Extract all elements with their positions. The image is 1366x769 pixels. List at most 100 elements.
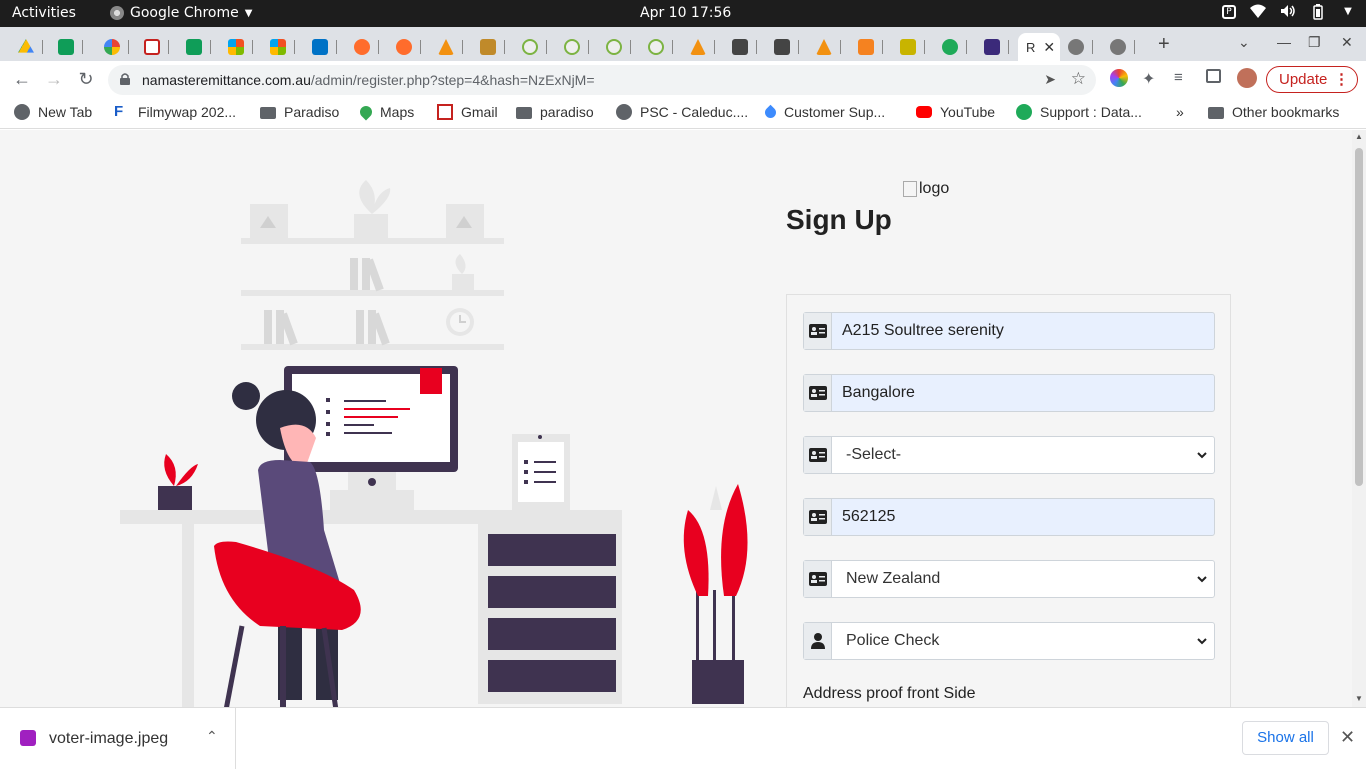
activities-button[interactable]: Activities <box>12 5 76 21</box>
bt-icon <box>732 39 748 55</box>
tab-microsoft-2[interactable] <box>262 33 302 61</box>
battery-icon[interactable] <box>1310 4 1326 20</box>
address-bar[interactable]: namasteremittance.com.au/admin/register.… <box>108 65 1096 95</box>
tab-purple[interactable] <box>976 33 1016 61</box>
address-field[interactable]: A215 Soultree serenity <box>803 312 1215 350</box>
bookmark-maps[interactable]: Maps <box>357 103 414 121</box>
tab-yo[interactable] <box>892 33 932 61</box>
user-icon <box>804 623 832 659</box>
tab-circle-1[interactable] <box>514 33 554 61</box>
bookmark-paradiso-folder-2[interactable]: paradiso <box>516 104 594 120</box>
plus-icon <box>58 39 74 55</box>
tab-globe-2[interactable] <box>1102 33 1142 61</box>
city-field[interactable]: Bangalore <box>803 374 1215 412</box>
reload-icon[interactable]: ↻ <box>74 69 98 90</box>
state-select[interactable]: -Select- <box>803 436 1215 474</box>
postcode-value: 562125 <box>842 508 896 525</box>
tab-search-icon[interactable]: ⌄ <box>1238 34 1250 51</box>
tab-circle-4[interactable] <box>640 33 680 61</box>
green-circle-icon <box>942 39 958 55</box>
download-item[interactable]: voter-image.jpeg ⌃ <box>0 708 236 769</box>
bookmark-star-icon[interactable]: ☆ <box>1071 69 1086 89</box>
close-tab-icon[interactable]: ✕ <box>1043 39 1055 56</box>
show-all-button[interactable]: Show all <box>1242 721 1329 755</box>
bookmark-gmail[interactable]: Gmail <box>437 104 498 120</box>
country-value: New Zealand <box>846 570 941 587</box>
document-type-value: Police Check <box>846 632 940 649</box>
tab-photos[interactable] <box>96 33 136 61</box>
tab-circle-3[interactable] <box>598 33 638 61</box>
tab-sheets[interactable] <box>50 33 90 61</box>
document-type-select[interactable]: Police Check <box>803 622 1215 660</box>
other-bookmarks[interactable]: Other bookmarks <box>1208 104 1339 120</box>
bookmark-customer-support[interactable]: Customer Sup... <box>762 104 885 120</box>
bookmarks-overflow-button[interactable]: » <box>1176 104 1184 120</box>
send-icon[interactable]: ➤ <box>1044 71 1056 88</box>
tab-pma[interactable] <box>430 33 470 61</box>
tab-microsoft[interactable] <box>220 33 260 61</box>
tab-bt[interactable] <box>724 33 764 61</box>
chevron-down-icon <box>1197 638 1207 645</box>
chevron-up-icon[interactable]: ⌃ <box>206 728 218 745</box>
extensions-puzzle-icon[interactable]: ✦ <box>1142 69 1160 88</box>
tab-gmail[interactable] <box>136 33 176 61</box>
bookmark-support-data[interactable]: Support : Data... <box>1016 104 1142 120</box>
close-downloads-icon[interactable]: ✕ <box>1340 727 1355 748</box>
postcode-field[interactable]: 562125 <box>803 498 1215 536</box>
side-panel-icon[interactable] <box>1206 69 1221 83</box>
bookmark-paradiso-folder[interactable]: Paradiso <box>260 104 339 120</box>
tab-circle-2[interactable] <box>556 33 596 61</box>
tab-pma-2[interactable] <box>682 33 722 61</box>
tab-cpanel-2[interactable] <box>388 33 428 61</box>
country-select[interactable]: New Zealand <box>803 560 1215 598</box>
tab-drive[interactable] <box>10 33 50 61</box>
tab-cpanel[interactable] <box>346 33 386 61</box>
phpmyadmin-icon <box>816 39 832 55</box>
avatar[interactable] <box>1237 68 1257 88</box>
scroll-down-icon[interactable]: ▼ <box>1355 694 1363 703</box>
state-value: -Select- <box>846 446 902 463</box>
tab-orange[interactable] <box>850 33 890 61</box>
tab-bt-2[interactable] <box>766 33 806 61</box>
download-file-name: voter-image.jpeg <box>49 730 169 747</box>
clock[interactable]: Apr 10 17:56 <box>640 5 731 21</box>
system-tray[interactable]: P ▼ <box>1222 4 1356 20</box>
clipboard-icon[interactable]: P <box>1222 5 1236 19</box>
broken-image-icon <box>903 181 917 197</box>
app-name: Google Chrome <box>130 5 239 21</box>
volume-icon[interactable] <box>1280 4 1296 20</box>
browser-toolbar: ← → ↻ namasteremittance.com.au/admin/reg… <box>0 61 1366 99</box>
scroll-up-icon[interactable]: ▲ <box>1355 132 1363 141</box>
tab-globe[interactable] <box>1060 33 1100 61</box>
maximize-icon[interactable]: ❐ <box>1308 34 1321 51</box>
scrollbar-thumb[interactable] <box>1355 148 1363 486</box>
close-window-icon[interactable]: ✕ <box>1341 34 1353 51</box>
bookmark-psc[interactable]: PSC - Caleduc.... <box>616 104 748 120</box>
tab-sheets-2[interactable] <box>178 33 218 61</box>
forward-icon[interactable]: → <box>42 69 66 90</box>
microsoft-icon <box>270 39 286 55</box>
tab-active[interactable]: R ✕ <box>1018 33 1060 61</box>
vertical-scrollbar[interactable]: ▲ ▼ <box>1352 130 1366 707</box>
new-tab-button[interactable]: + <box>1158 33 1170 56</box>
loading-icon <box>564 39 580 55</box>
media-control-icon[interactable]: ≡ <box>1174 69 1192 87</box>
image-file-icon <box>20 730 36 746</box>
minimize-icon[interactable]: — <box>1277 34 1291 50</box>
color-extension-icon[interactable] <box>1110 69 1128 87</box>
more-menu-icon[interactable]: ⋮ <box>1334 67 1349 92</box>
bookmarks-bar: New Tab F Filmywap 202... Paradiso Maps G… <box>0 99 1366 129</box>
bookmark-new-tab[interactable]: New Tab <box>14 104 92 120</box>
back-icon[interactable]: ← <box>10 69 34 90</box>
update-button[interactable]: Update ⋮ <box>1266 66 1358 93</box>
tab-fm[interactable] <box>472 33 512 61</box>
bookmark-filmywap[interactable]: F Filmywap 202... <box>114 104 236 121</box>
tab-green[interactable] <box>934 33 974 61</box>
app-menu[interactable]: Google Chrome ▼ <box>110 5 252 21</box>
tab-pma-3[interactable] <box>808 33 848 61</box>
bookmark-youtube[interactable]: YouTube <box>916 104 995 120</box>
power-menu-icon[interactable]: ▼ <box>1340 4 1356 20</box>
wifi-icon[interactable] <box>1250 4 1266 20</box>
tab-outlook[interactable] <box>304 33 344 61</box>
youtube-icon <box>916 106 932 118</box>
